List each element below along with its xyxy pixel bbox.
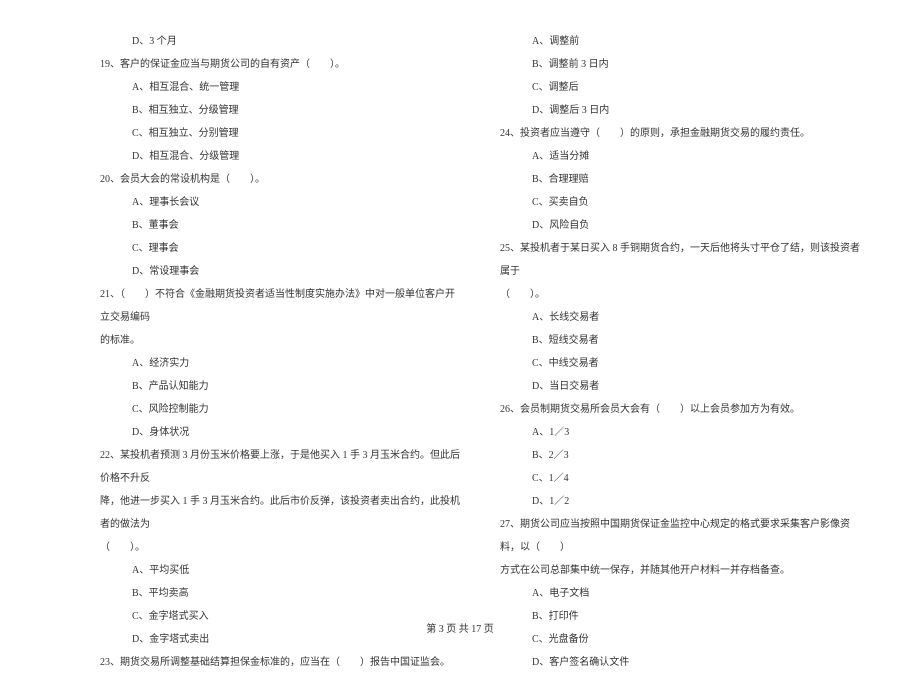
answer-option: B、产品认知能力 — [100, 375, 460, 398]
left-column: D、3 个月19、客户的保证金应当与期货公司的自有资产（ ）。A、相互混合、统一… — [100, 30, 460, 590]
question-text: 26、会员制期货交易所会员大会有（ ）以上会员参加方为有效。 — [500, 398, 860, 421]
answer-option: A、经济实力 — [100, 352, 460, 375]
answer-option: A、理事长会议 — [100, 191, 460, 214]
question-text: 降，他进一步买入 1 手 3 月玉米合约。此后市价反弹，该投资者卖出合约，此投机… — [100, 490, 460, 536]
question-text: 25、某投机者于某日买入 8 手铜期货合约，一天后他将头寸平仓了结，则该投资者属… — [500, 237, 860, 283]
question-text: 19、客户的保证金应当与期货公司的自有资产（ ）。 — [100, 53, 460, 76]
answer-option: D、身体状况 — [100, 421, 460, 444]
answer-option: D、风险自负 — [500, 214, 860, 237]
answer-option: A、电子文档 — [500, 582, 860, 605]
answer-option: D、相互混合、分级管理 — [100, 145, 460, 168]
answer-option: B、合理理赔 — [500, 168, 860, 191]
question-text: （ ）。 — [100, 536, 460, 559]
answer-option: A、调整前 — [500, 30, 860, 53]
answer-option: B、董事会 — [100, 214, 460, 237]
question-text: 20、会员大会的常设机构是（ ）。 — [100, 168, 460, 191]
answer-option: D、调整后 3 日内 — [500, 99, 860, 122]
answer-option: C、风险控制能力 — [100, 398, 460, 421]
answer-option: C、中线交易者 — [500, 352, 860, 375]
answer-option: C、理事会 — [100, 237, 460, 260]
answer-option: A、适当分摊 — [500, 145, 860, 168]
answer-option: A、相互混合、统一管理 — [100, 76, 460, 99]
page-number: 第 3 页 共 17 页 — [426, 624, 494, 635]
answer-option: B、调整前 3 日内 — [500, 53, 860, 76]
answer-option: C、相互独立、分别管理 — [100, 122, 460, 145]
answer-option: D、3 个月 — [100, 30, 460, 53]
answer-option: B、2／3 — [500, 444, 860, 467]
answer-option: C、买卖自负 — [500, 191, 860, 214]
answer-option: A、平均买低 — [100, 559, 460, 582]
question-text: 的标准。 — [100, 329, 460, 352]
page-footer: 第 3 页 共 17 页 — [0, 620, 920, 635]
question-text: 24、投资者应当遵守（ ）的原则，承担金融期货交易的履约责任。 — [500, 122, 860, 145]
answer-option: D、当日交易者 — [500, 375, 860, 398]
answer-option: B、短线交易者 — [500, 329, 860, 352]
question-text: 22、某投机者预测 3 月份玉米价格要上涨，于是他买入 1 手 3 月玉米合约。… — [100, 444, 460, 490]
question-text: 21、（ ）不符合《金融期货投资者适当性制度实施办法》中对一般单位客户开立交易编… — [100, 283, 460, 329]
answer-option: D、常设理事会 — [100, 260, 460, 283]
answer-option: D、客户签名确认文件 — [500, 651, 860, 674]
answer-option: A、1／3 — [500, 421, 860, 444]
question-text: 23、期货交易所调整基础结算担保金标准的，应当在（ ）报告中国证监会。 — [100, 651, 460, 674]
answer-option: A、长线交易者 — [500, 306, 860, 329]
answer-option: B、相互独立、分级管理 — [100, 99, 460, 122]
question-text: 方式在公司总部集中统一保存，并随其他开户材料一并存档备查。 — [500, 559, 860, 582]
answer-option: C、1／4 — [500, 467, 860, 490]
answer-option: C、调整后 — [500, 76, 860, 99]
right-column: A、调整前B、调整前 3 日内C、调整后D、调整后 3 日内24、投资者应当遵守… — [500, 30, 860, 590]
answer-option: D、1／2 — [500, 490, 860, 513]
question-text: （ ）。 — [500, 283, 860, 306]
answer-option: B、平均卖高 — [100, 582, 460, 605]
page-content: D、3 个月19、客户的保证金应当与期货公司的自有资产（ ）。A、相互混合、统一… — [100, 30, 860, 590]
question-text: 27、期货公司应当按照中国期货保证金监控中心规定的格式要求采集客户影像资料，以（… — [500, 513, 860, 559]
